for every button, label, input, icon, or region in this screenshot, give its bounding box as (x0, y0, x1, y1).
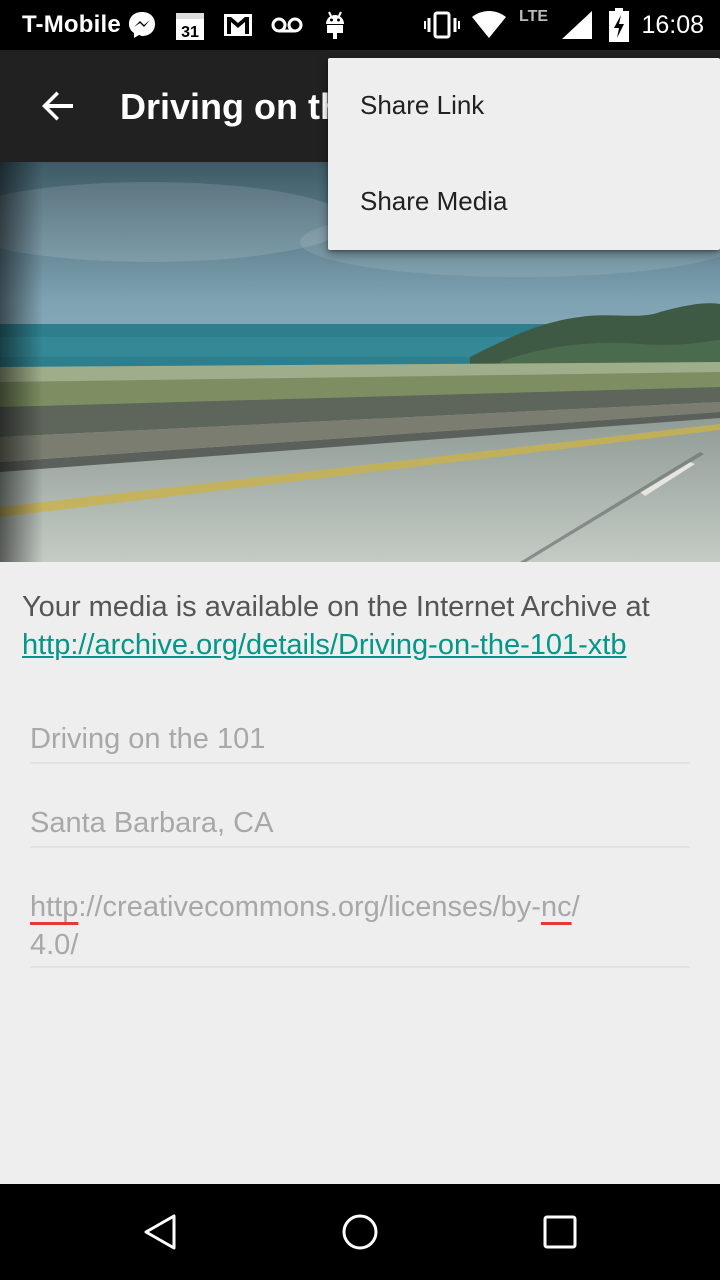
archive-info: Your media is available on the Internet … (22, 588, 698, 664)
title-value: Driving on the 101 (30, 723, 266, 755)
wifi-icon (470, 8, 508, 42)
menu-item-share-media[interactable]: Share Media (328, 154, 720, 250)
location-field[interactable]: Santa Barbara, CA (30, 804, 690, 848)
gmail-icon (222, 8, 254, 42)
license-line-2: 4.0/ (30, 929, 79, 961)
nav-home-icon (342, 1214, 378, 1250)
clock: 16:08 (641, 11, 704, 39)
archive-info-text: Your media is available on the Internet … (22, 591, 650, 623)
license-part-3: nc (540, 891, 572, 923)
nav-recents-icon (543, 1215, 577, 1249)
navigation-bar (0, 1184, 720, 1280)
share-menu: Share Link Share Media (328, 58, 720, 250)
calendar-icon: 31 (174, 8, 206, 42)
network-type: LTE (519, 8, 549, 25)
status-bar: T-Mobile 31 LTE 16:08 (0, 0, 720, 50)
license-field[interactable]: http://creativecommons.org/licenses/by-n… (30, 888, 690, 968)
nav-back-button[interactable] (132, 1204, 188, 1260)
arrow-back-icon (42, 91, 73, 121)
menu-item-share-link[interactable]: Share Link (328, 58, 720, 154)
license-line-1: http://creativecommons.org/licenses/by-n… (30, 888, 690, 926)
vibrate-icon (424, 8, 460, 42)
archive-link[interactable]: http://archive.org/details/Driving-on-th… (22, 626, 698, 664)
calendar-day: 31 (181, 24, 199, 41)
signal-icon (560, 8, 594, 42)
messenger-icon (126, 8, 158, 42)
android-icon (322, 8, 348, 42)
nav-recents-button[interactable] (532, 1204, 588, 1260)
license-part-2: ://creativecommons.org/licenses/by- (78, 891, 541, 923)
menu-item-label: Share Media (360, 186, 508, 216)
nav-home-button[interactable] (332, 1204, 388, 1260)
battery-charging-icon (608, 8, 630, 42)
license-part-1: http (30, 891, 79, 923)
nav-back-icon (144, 1214, 176, 1250)
menu-item-label: Share Link (360, 90, 485, 120)
location-value: Santa Barbara, CA (30, 807, 274, 839)
title-field[interactable]: Driving on the 101 (30, 720, 690, 764)
voicemail-icon (270, 8, 304, 42)
license-part-4: / (571, 891, 580, 923)
carrier-label: T-Mobile (22, 11, 121, 38)
back-button[interactable] (30, 78, 86, 134)
